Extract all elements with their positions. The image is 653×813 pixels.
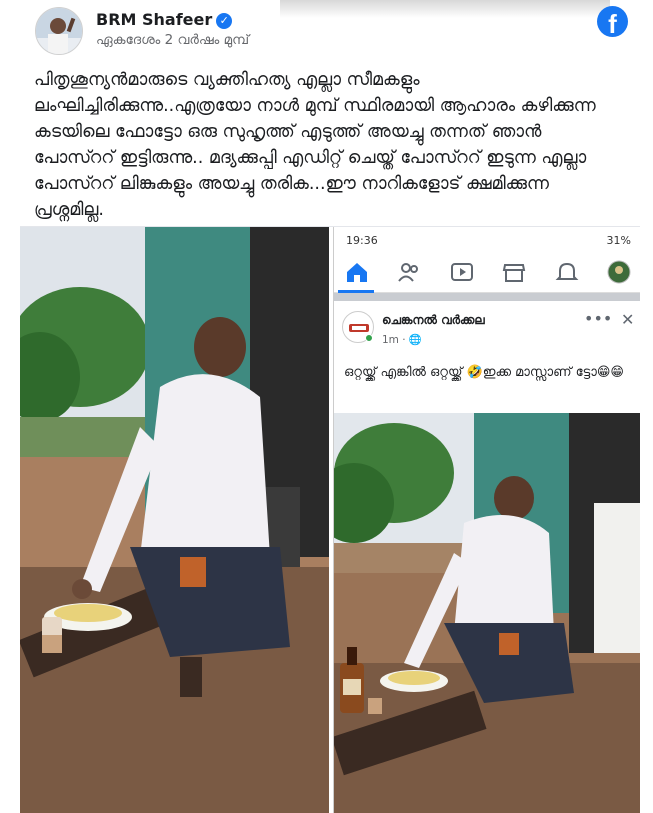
author-avatar[interactable] [35, 7, 83, 55]
shared-post-photo[interactable] [334, 413, 640, 813]
post-body-text: പിതൃശൂന്യൻമാരുടെ വ്യക്തിഹത്യ എല്ലാ സീമകള… [34, 70, 596, 220]
shared-post-header: ചെങ്കനൽ വർക്കല 1m · 🌐 ••• ✕ [334, 301, 640, 361]
post-timestamp[interactable]: ഏകദേശം 2 വർഷം മുമ്പ് [96, 32, 249, 48]
bell-icon[interactable] [554, 259, 580, 285]
status-time: 19:36 [346, 234, 378, 247]
fb-mobile-nav [334, 253, 640, 293]
post-photo-original[interactable] [20, 227, 329, 813]
author-name-row: BRM Shafeer ✓ [96, 10, 233, 29]
feed-separator [334, 293, 640, 301]
phone-status-bar: 19:36 31% [334, 227, 640, 253]
watch-icon[interactable] [449, 259, 475, 285]
close-icon[interactable]: ✕ [621, 310, 634, 329]
top-edge-shadow [280, 0, 610, 18]
home-icon[interactable] [344, 259, 370, 285]
shared-page-name[interactable]: ചെങ്കനൽ വർക്കല [382, 313, 485, 328]
facebook-logo-icon: f [597, 6, 628, 37]
shared-time: 1m · [382, 334, 409, 346]
globe-icon: 🌐 [408, 334, 422, 346]
post-photo-screenshot[interactable]: 19:36 31% ചെങ്കനൽ വർക്കല 1m · 🌐 ••• ✕ ഒറ… [333, 227, 640, 813]
friends-icon[interactable] [396, 259, 422, 285]
author-name[interactable]: BRM Shafeer [96, 10, 212, 29]
profile-icon[interactable] [606, 259, 632, 285]
marketplace-icon[interactable] [501, 259, 527, 285]
shared-post-text: ഒറ്റയ്ക്ക് എങ്കിൽ ഒറ്റയ്ക്ക് 🤣ഇക്ക മാസ്സ… [344, 365, 624, 380]
shared-page-meta: 1m · 🌐 [382, 333, 422, 346]
verified-badge-icon: ✓ [216, 13, 233, 29]
online-status-dot [365, 334, 373, 342]
more-options-icon[interactable]: ••• [584, 309, 612, 328]
status-battery: 31% [606, 234, 631, 247]
